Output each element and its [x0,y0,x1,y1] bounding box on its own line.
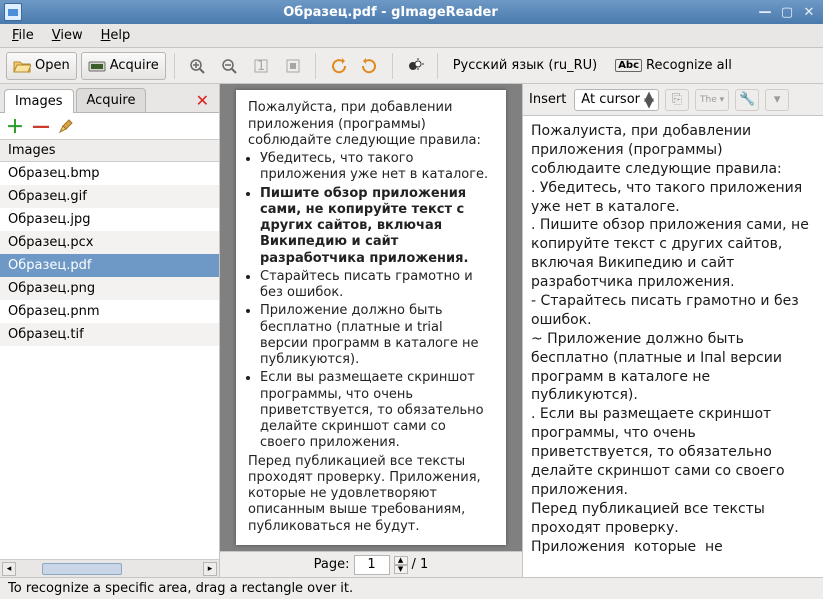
page-viewer: Пожалуйста, при добавлении приложения (п… [220,84,523,577]
output-panel: Insert At cursor ▲▼ ⎘ The ▾ 🔧 ▾ Пожалуис… [523,84,823,577]
acquire-button[interactable]: Acquire [81,52,166,80]
doc-bullet: Старайтесь писать грамотно и без ошибок. [260,269,494,302]
scanner-icon [88,58,106,74]
output-tool-2[interactable]: The ▾ [695,89,729,111]
combo-caret-icon: ▲▼ [644,93,654,107]
doc-bullet: Приложение должно быть бесплатно (платны… [260,303,494,368]
zoom-in-icon [189,58,205,74]
file-row[interactable]: Образец.pdf [0,254,219,277]
page-spinner[interactable]: ▲▼ [394,556,408,574]
client-area: Images Acquire ✕ ＋ — Images Образец.bmpО… [0,84,823,577]
pager: Page: ▲▼ / 1 [220,551,522,577]
file-row[interactable]: Образец.gif [0,185,219,208]
output-text[interactable]: Пожалуиста, при добавлении приложения (п… [523,116,823,577]
doc-outro: Перед публикацией все тексты проходят пр… [248,454,494,535]
pager-total: / 1 [412,557,429,572]
rotate-left-icon [329,57,347,75]
close-panel-button[interactable]: ✕ [192,89,213,112]
tab-images[interactable]: Images [4,89,74,113]
file-list[interactable]: Образец.bmpОбразец.gifОбразец.jpgОбразец… [0,162,219,559]
add-image-button[interactable]: ＋ [6,113,24,139]
recognize-all-label: Recognize all [646,58,732,73]
titlebar: Образец.pdf - gImageReader — ▢ ✕ [0,0,823,24]
rendered-page: Пожалуйста, при добавлении приложения (п… [236,90,506,545]
file-row[interactable]: Образец.pcx [0,231,219,254]
zoom-fit-button[interactable] [279,52,307,80]
status-bar: To recognize a specific area, drag a rec… [0,577,823,599]
folder-open-icon [13,58,31,74]
close-window-button[interactable]: ✕ [799,3,819,21]
sidebar: Images Acquire ✕ ＋ — Images Образец.bmpО… [0,84,220,577]
separator [315,53,316,79]
insert-mode-value: At cursor [581,92,640,107]
file-row[interactable]: Образец.jpg [0,208,219,231]
acquire-label: Acquire [110,58,159,73]
zoom-out-icon [221,58,237,74]
scroll-left-button[interactable]: ◂ [2,562,16,576]
sidebar-toolbar: ＋ — [0,112,219,140]
status-text: To recognize a specific area, drag a rec… [8,581,353,596]
abc-icon: Abc [615,59,642,72]
language-selector[interactable]: Русский язык (ru_RU) [446,52,604,80]
file-row[interactable]: Образец.tif [0,323,219,346]
output-tool-3[interactable]: 🔧 [735,89,759,111]
brightness-button[interactable] [401,52,429,80]
zoom-actual-button[interactable]: 1 [247,52,275,80]
page-canvas[interactable]: Пожалуйста, при добавлении приложения (п… [220,84,522,551]
language-label: Русский язык (ru_RU) [453,58,597,73]
minimize-button[interactable]: — [755,3,775,21]
spin-down[interactable]: ▼ [394,565,408,574]
page-number-input[interactable] [354,555,390,575]
separator [174,53,175,79]
doc-bullet: Убедитесь, что такого приложения уже нет… [260,151,494,184]
doc-intro: Пожалуйста, при добавлении приложения (п… [248,100,494,149]
file-row[interactable]: Образец.bmp [0,162,219,185]
zoom-out-button[interactable] [215,52,243,80]
rotate-right-button[interactable] [356,52,384,80]
insert-mode-combo[interactable]: At cursor ▲▼ [574,89,659,111]
tab-acquire[interactable]: Acquire [76,88,147,112]
menu-help[interactable]: Help [95,26,137,45]
menu-view[interactable]: View [46,26,89,45]
scroll-thumb[interactable] [42,563,122,575]
output-tool-1[interactable]: ⎘ [665,89,689,111]
zoom-fit-icon [285,58,301,74]
open-button[interactable]: Open [6,52,77,80]
clear-list-button[interactable] [58,118,74,134]
maximize-button[interactable]: ▢ [777,3,797,21]
scroll-right-button[interactable]: ▸ [203,562,217,576]
file-row[interactable]: Образец.png [0,277,219,300]
recognize-all-button[interactable]: Abc Recognize all [608,52,739,80]
separator [392,53,393,79]
menu-file[interactable]: File [6,26,40,45]
zoom-1-1-icon: 1 [253,58,269,74]
main-toolbar: Open Acquire 1 Русский язык (ru_RU) Abc … [0,48,823,84]
zoom-in-button[interactable] [183,52,211,80]
pager-label: Page: [314,557,350,572]
rotate-left-button[interactable] [324,52,352,80]
sidebar-heading: Images [0,140,219,162]
menubar: File View Help [0,24,823,48]
separator [437,53,438,79]
h-scrollbar[interactable]: ◂ ▸ [0,559,219,577]
rotate-right-icon [361,57,379,75]
file-row[interactable]: Образец.pnm [0,300,219,323]
output-toolbar: Insert At cursor ▲▼ ⎘ The ▾ 🔧 ▾ [523,84,823,116]
doc-bullet: Если вы размещаете скриншот программы, ч… [260,370,494,451]
svg-text:1: 1 [257,59,265,74]
spin-up[interactable]: ▲ [394,556,408,565]
brightness-icon [406,57,424,75]
remove-image-button[interactable]: — [32,116,50,137]
insert-label: Insert [529,92,568,107]
doc-bullet: Пишите обзор приложения сами, не копируй… [260,186,494,267]
broom-icon [58,118,74,134]
sidebar-tabs: Images Acquire ✕ [0,84,219,112]
output-tool-dropdown[interactable]: ▾ [765,89,789,111]
open-label: Open [35,58,70,73]
window-title: Образец.pdf - gImageReader [28,5,753,20]
app-icon [4,3,22,21]
